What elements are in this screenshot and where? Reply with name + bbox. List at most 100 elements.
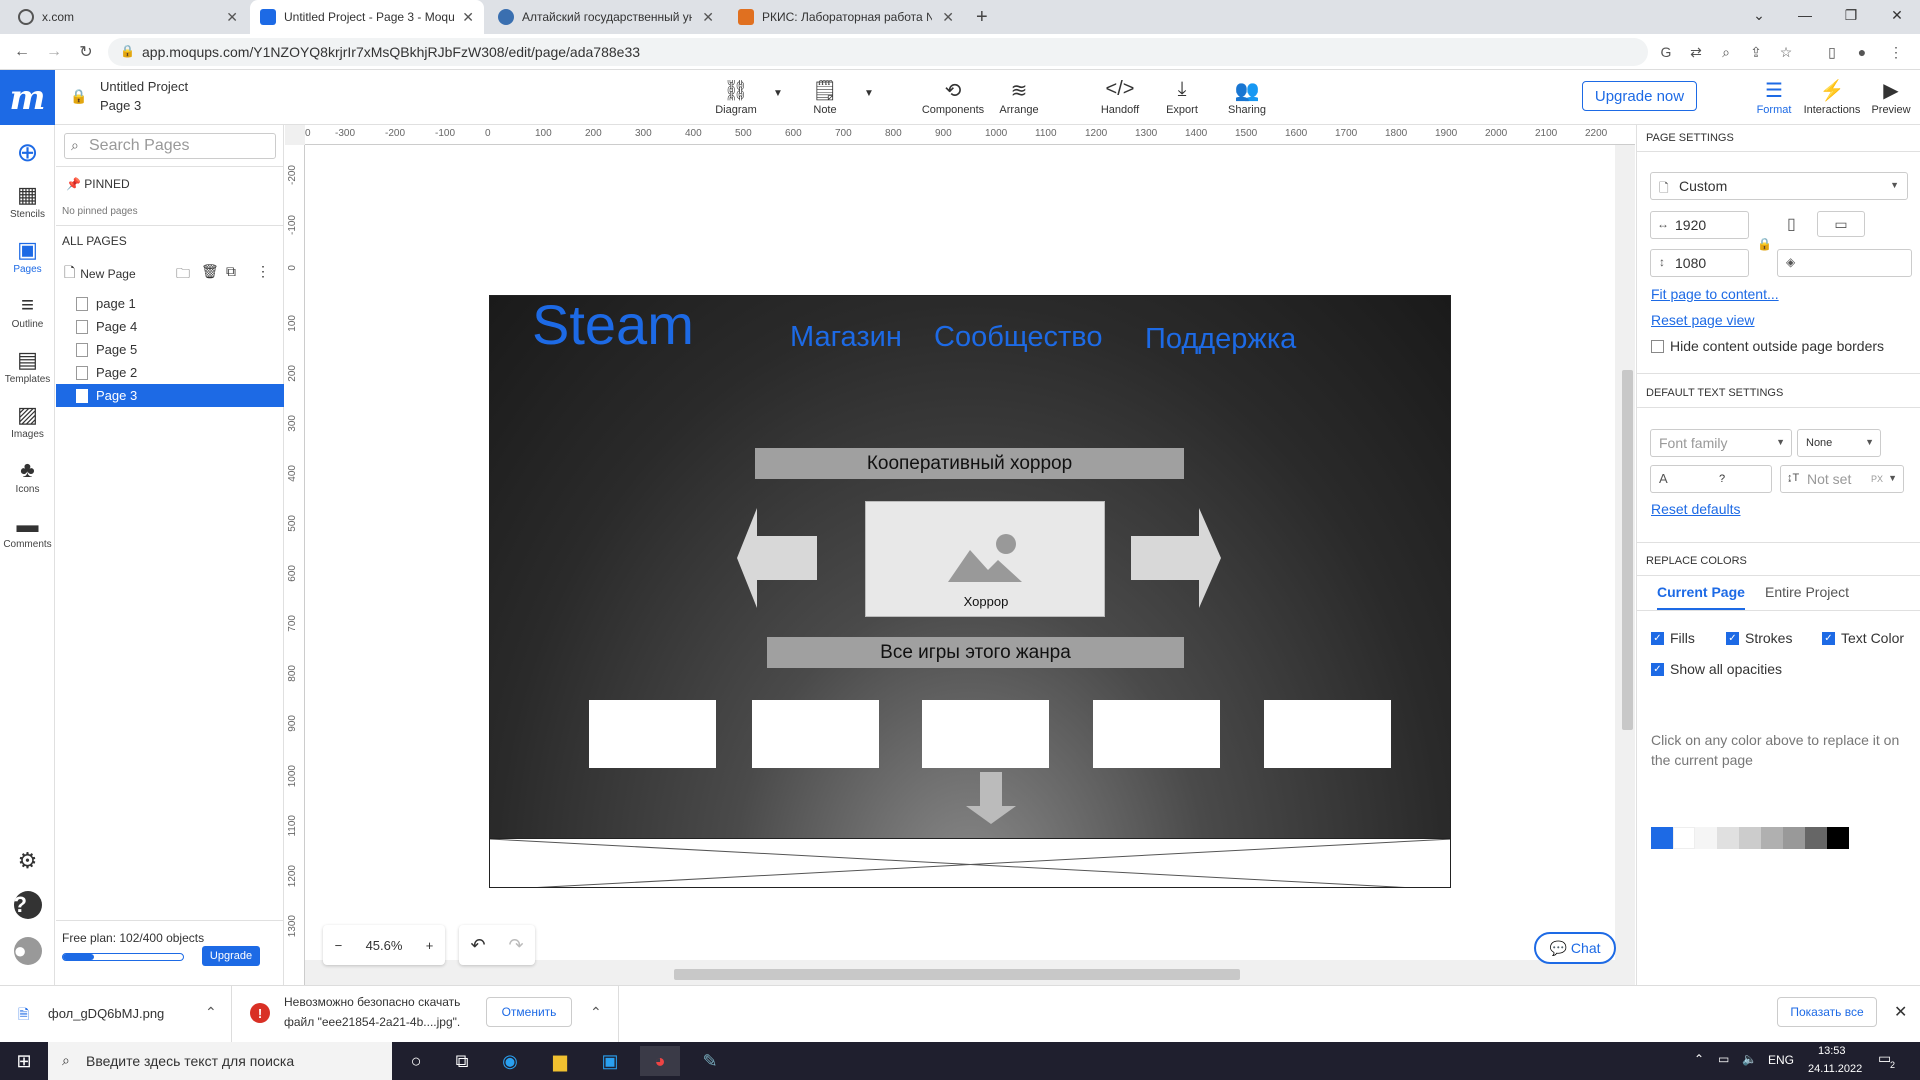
chrome-icon[interactable]: ◕: [640, 1046, 680, 1076]
lock-ratio-icon[interactable]: 🔒: [1757, 237, 1772, 251]
close-icon[interactable]: ✕: [226, 9, 238, 26]
tab-search-icon[interactable]: ⌄: [1736, 0, 1782, 30]
forward-icon[interactable]: →: [42, 40, 66, 64]
network-icon[interactable]: ▭: [1718, 1052, 1729, 1066]
rail-settings[interactable]: ⚙: [0, 847, 55, 875]
maximize-icon[interactable]: ❐: [1828, 0, 1874, 30]
mockup-game-card[interactable]: [1093, 700, 1220, 768]
color-swatch[interactable]: [1673, 827, 1695, 849]
explorer-icon[interactable]: ▆: [540, 1046, 580, 1076]
rail-pages[interactable]: ▣ Pages: [0, 236, 55, 275]
page-width-input[interactable]: ↔ 1920: [1650, 211, 1749, 239]
paint-icon[interactable]: ✎: [690, 1046, 730, 1076]
color-swatch[interactable]: [1761, 827, 1783, 849]
clock-date[interactable]: 24.11.2022: [1808, 1063, 1862, 1075]
minimize-icon[interactable]: —: [1782, 0, 1828, 30]
color-swatch[interactable]: [1717, 827, 1739, 849]
rail-icons[interactable]: ♣ Icons: [0, 456, 55, 495]
close-icon[interactable]: ✕: [942, 9, 954, 26]
show-opacities-checkbox[interactable]: ✓ Show all opacities: [1651, 661, 1782, 677]
rail-outline[interactable]: ≡ Outline: [0, 291, 55, 330]
mockup-arrow-left-icon[interactable]: [737, 508, 817, 608]
color-swatch[interactable]: [1739, 827, 1761, 849]
close-icon[interactable]: ✕: [462, 9, 474, 26]
chevron-up-icon[interactable]: ⌃: [205, 1004, 217, 1021]
rail-stencils[interactable]: ▦ Stencils: [0, 181, 55, 220]
zoom-icon[interactable]: ⌕: [1716, 42, 1736, 62]
new-tab-icon[interactable]: +: [976, 6, 988, 29]
color-swatch[interactable]: [1783, 827, 1805, 849]
page-fill-input[interactable]: ◈: [1777, 249, 1912, 277]
font-size-input[interactable]: A ?: [1650, 465, 1772, 493]
download-filename[interactable]: фол_gDQ6bMJ.png: [48, 1006, 164, 1021]
page-list-item[interactable]: Page 4: [56, 315, 284, 338]
show-all-downloads-button[interactable]: Показать все: [1777, 997, 1877, 1027]
close-icon[interactable]: ✕: [1894, 1002, 1907, 1022]
rail-add[interactable]: ⊕: [0, 138, 55, 166]
browser-tab[interactable]: Алтайский государственный ун ✕: [488, 0, 724, 34]
sharing-tool[interactable]: 👥 Sharing: [1212, 78, 1282, 116]
text-color-checkbox[interactable]: ✓ Text Color: [1822, 630, 1904, 646]
mockup-game-card[interactable]: [589, 700, 716, 768]
share-icon[interactable]: ⇪: [1746, 42, 1766, 62]
redo-icon[interactable]: ↷: [508, 935, 523, 956]
color-swatch[interactable]: [1805, 827, 1827, 849]
sidepanel-icon[interactable]: ▯: [1822, 42, 1842, 62]
portrait-icon[interactable]: ▯: [1787, 214, 1796, 234]
cancel-download-button[interactable]: Отменить: [486, 997, 572, 1027]
mockup-arrow-down-icon[interactable]: [966, 772, 1016, 824]
rail-templates[interactable]: ▤ Templates: [0, 346, 55, 385]
mockup-all-games-bar[interactable]: Все игры этого жанра: [767, 637, 1184, 668]
diagram-tool[interactable]: ⛓ Diagram: [701, 78, 771, 116]
new-page-button[interactable]: 🗋 New Page: [64, 262, 136, 286]
translate-icon[interactable]: ⇄: [1686, 42, 1706, 62]
zoom-level[interactable]: 45.6%: [366, 938, 403, 953]
more-kebab-icon[interactable]: ⋮: [256, 263, 270, 280]
page-list-item[interactable]: Page 5: [56, 338, 284, 361]
mockup-footer-placeholder[interactable]: [490, 838, 1450, 887]
tab-entire-project[interactable]: Entire Project: [1765, 584, 1849, 600]
language-indicator[interactable]: ENG: [1768, 1053, 1794, 1067]
vertical-scrollbar[interactable]: [1622, 370, 1633, 730]
page-list-item[interactable]: Page 2: [56, 361, 284, 384]
browser-tab[interactable]: РКИС: Лабораторная работа № ✕: [728, 0, 964, 34]
taskbar-search-input[interactable]: ⌕ Введите здесь текст для поиска: [48, 1042, 392, 1080]
cortana-icon[interactable]: ○: [396, 1046, 436, 1076]
browser-tab-active[interactable]: Untitled Project - Page 3 - Moqups ✕: [250, 0, 484, 34]
delete-icon[interactable]: 🗑: [201, 263, 219, 280]
mockup-game-card[interactable]: [752, 700, 879, 768]
mockup-nav-community[interactable]: Сообщество: [934, 321, 1102, 354]
moqups-logo-icon[interactable]: m: [0, 70, 55, 125]
rail-help[interactable]: ?: [0, 891, 55, 919]
chat-button[interactable]: 💬 Chat: [1534, 932, 1616, 964]
rail-account[interactable]: ●: [0, 937, 55, 965]
color-swatch[interactable]: [1827, 827, 1849, 849]
chevron-up-icon[interactable]: ⌃: [590, 1004, 602, 1021]
tab-current-page[interactable]: Current Page: [1657, 584, 1745, 610]
rail-images[interactable]: ▨ Images: [0, 401, 55, 440]
arrange-tool[interactable]: ≋ Arrange: [984, 78, 1054, 116]
mockup-game-card[interactable]: [1264, 700, 1391, 768]
tray-chevron-icon[interactable]: ⌃: [1694, 1052, 1704, 1066]
fit-page-link[interactable]: Fit page to content...: [1651, 286, 1779, 302]
mockup-game-card[interactable]: [922, 700, 1049, 768]
handoff-tool[interactable]: </> Handoff: [1085, 78, 1155, 116]
mockup-arrow-right-icon[interactable]: [1131, 508, 1221, 608]
mockup-logo-text[interactable]: Steam: [532, 296, 694, 357]
close-icon[interactable]: ✕: [702, 9, 714, 26]
chevron-down-icon[interactable]: ▼: [773, 88, 783, 99]
mockup-nav-store[interactable]: Магазин: [790, 321, 902, 354]
color-swatch[interactable]: [1651, 827, 1673, 849]
hide-outside-checkbox[interactable]: Hide content outside page borders: [1651, 338, 1884, 354]
back-icon[interactable]: ←: [10, 40, 34, 64]
font-family-select[interactable]: Font family ▼: [1650, 429, 1792, 457]
search-pages-input[interactable]: ⌕ Search Pages: [64, 133, 276, 159]
upgrade-button[interactable]: Upgrade: [202, 946, 260, 966]
project-title[interactable]: Untitled Project: [100, 79, 188, 94]
zoom-in-icon[interactable]: +: [426, 938, 434, 953]
font-style-select[interactable]: None ▼: [1797, 429, 1881, 457]
edge-icon[interactable]: ◉: [490, 1046, 530, 1076]
mockup-genre-title[interactable]: Кооперативный хоррор: [755, 448, 1184, 479]
page-list-item-selected[interactable]: Page 3: [56, 384, 284, 407]
chevron-down-icon[interactable]: ▼: [864, 88, 874, 99]
